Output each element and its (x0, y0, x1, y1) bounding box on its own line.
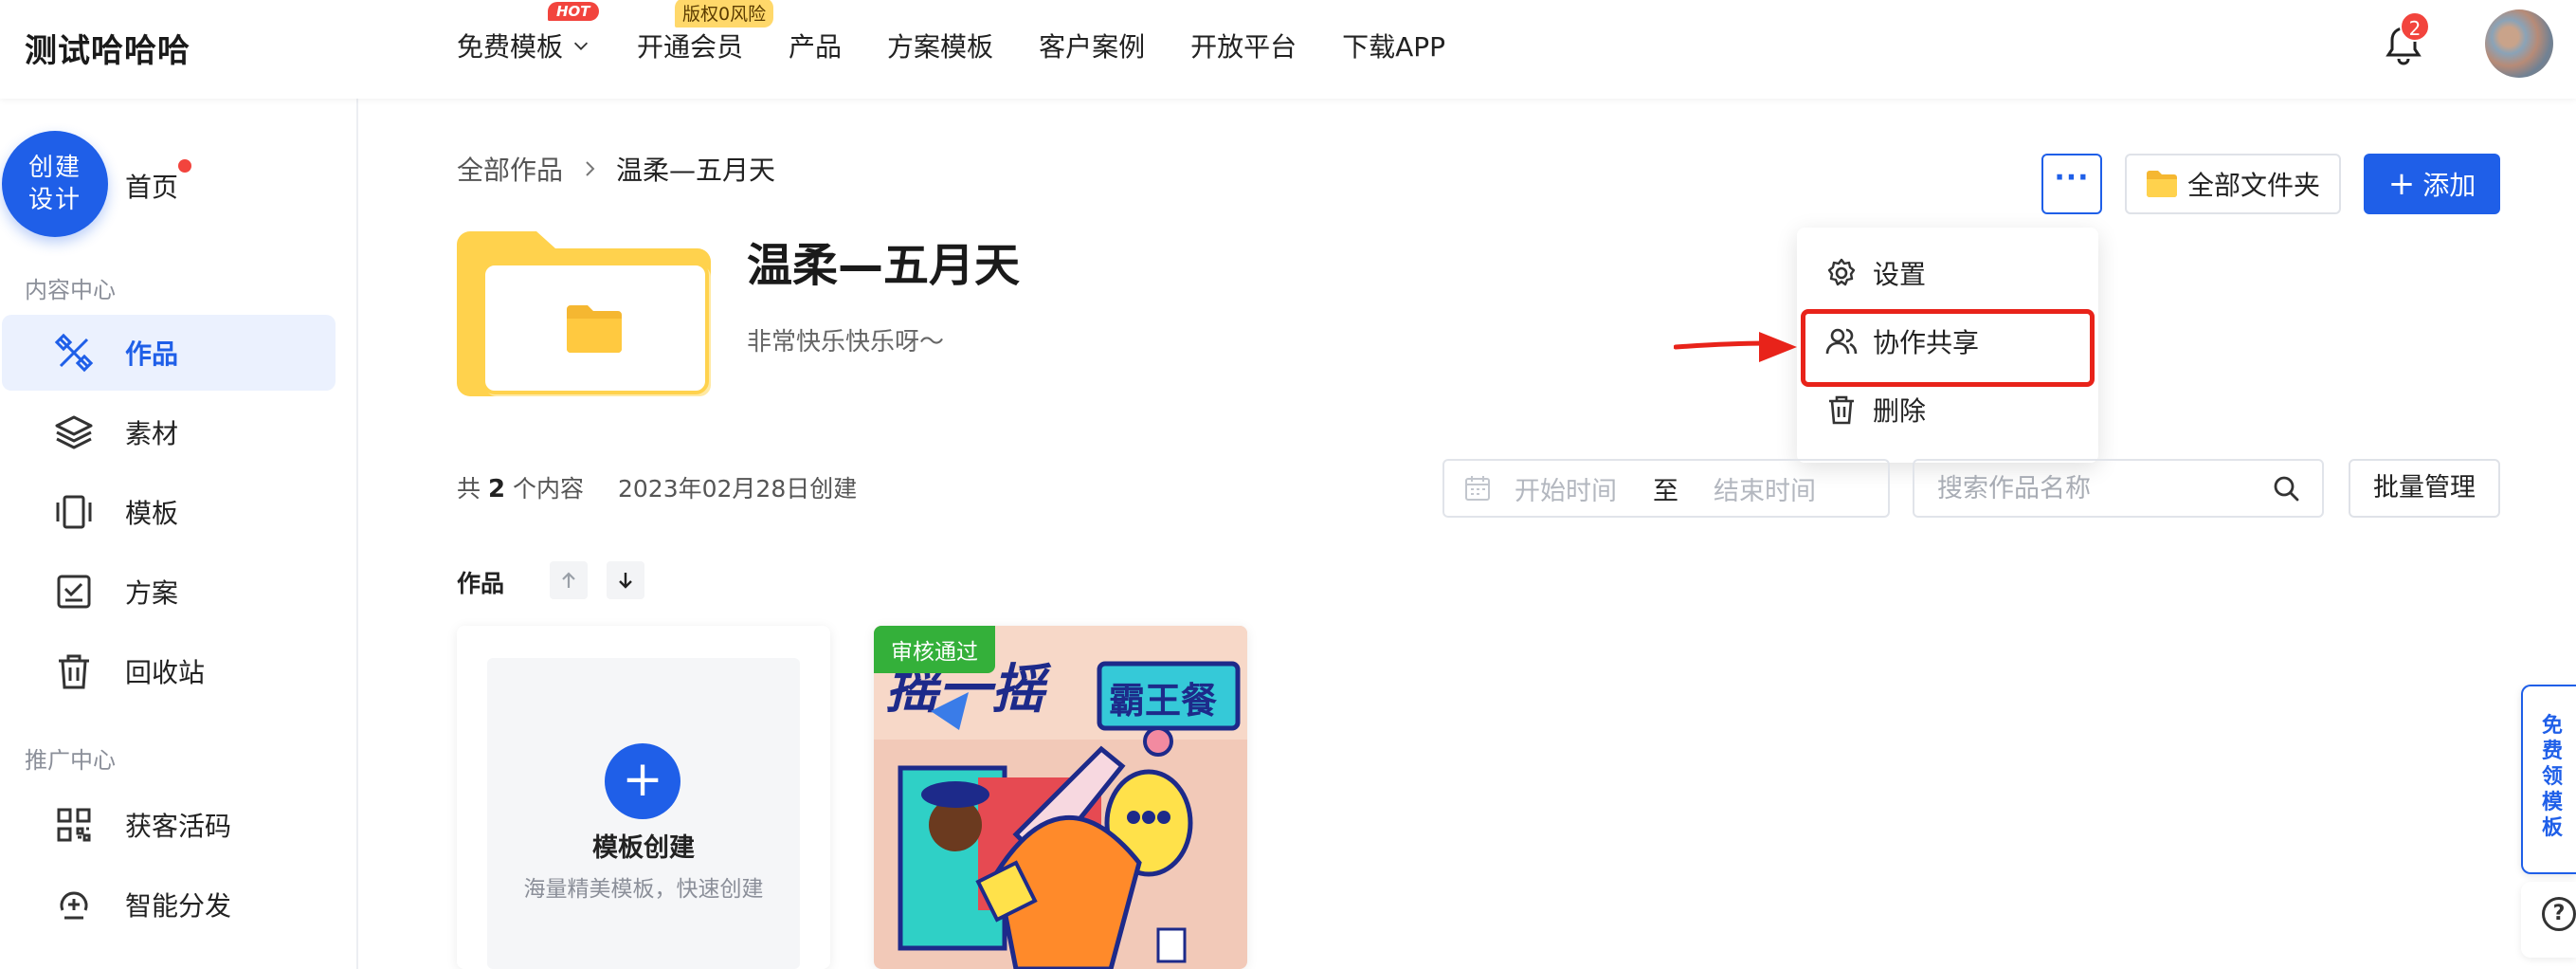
sidebar-item-lead-qrcode[interactable]: 获客活码 (2, 787, 336, 863)
sort-descending-button[interactable] (607, 561, 644, 599)
nav-membership[interactable]: 开通会员 版权0风险 (637, 0, 774, 64)
start-date-input[interactable]: 开始时间 (1515, 470, 1617, 507)
all-folders-label: 全部文件夹 (2187, 170, 2321, 201)
nav-download-app[interactable]: 下载APP (1342, 27, 1445, 64)
template-create-subtitle: 海量精美模板，快速创建 (523, 877, 764, 902)
sidebar-item-home[interactable]: 首页 (125, 167, 178, 205)
side-tab-label: 免费领模板 (2541, 714, 2563, 840)
nav-free-templates[interactable]: 免费模板 HOT (457, 2, 599, 64)
add-label: 添加 (2422, 170, 2476, 201)
works-section-label: 作品 (457, 570, 505, 597)
folder-description: 非常快乐快乐呀～ (747, 328, 945, 357)
end-date-input[interactable]: 结束时间 (1714, 470, 1816, 507)
arrow-down-icon (619, 573, 632, 589)
menu-item-label: 删除 (1873, 395, 1927, 427)
add-button[interactable]: + 添加 (2364, 154, 2500, 214)
nav-membership-label: 开通会员 (637, 31, 744, 63)
sidebar-item-label: 作品 (125, 338, 179, 370)
folder-cover-icon (457, 231, 711, 396)
sidebar-item-solutions[interactable]: 方案 (2, 554, 336, 630)
content-stats: 共 2 个内容 2023年02月28日创建 (457, 470, 857, 504)
copyright-badge: 版权0风险 (675, 0, 774, 27)
home-notification-dot (178, 159, 191, 173)
annotation-highlight-box (1801, 309, 2095, 387)
status-badge: 审核通过 (874, 626, 995, 673)
more-options-button[interactable]: ··· (2041, 154, 2102, 214)
hot-badge: HOT (548, 2, 599, 21)
sidebar-item-label: 模板 (125, 498, 179, 529)
folder-icon (2147, 171, 2177, 197)
sidebar-item-label: 智能分发 (125, 890, 232, 922)
app-logo[interactable]: 测试哈哈哈 (25, 25, 190, 71)
help-widget: ? (2521, 882, 2576, 958)
breadcrumb-root[interactable]: 全部作品 (457, 150, 563, 188)
sidebar-item-works[interactable]: 作品 (2, 315, 336, 391)
folder-title: 温柔—五月天 (747, 239, 1021, 292)
search-icon[interactable] (2271, 473, 2301, 503)
chevron-right-icon (586, 161, 595, 176)
arrow-up-icon (562, 572, 575, 588)
section-content-center: 内容中心 (25, 277, 116, 303)
nav-products[interactable]: 产品 (789, 27, 842, 64)
plus-icon: + (2387, 165, 2416, 203)
main-nav: 免费模板 HOT 开通会员 版权0风险 产品 方案模板 客户案例 开放平台 下载… (457, 0, 1445, 64)
trash-icon (59, 654, 89, 689)
checklist-icon (57, 575, 91, 609)
search-box (1913, 459, 2324, 518)
breadcrumb: 全部作品 温柔—五月天 (457, 150, 775, 188)
nav-customer-cases[interactable]: 客户案例 (1039, 27, 1145, 64)
gear-icon (1827, 258, 1856, 286)
stats-prefix: 共 (457, 475, 481, 503)
layers-icon (55, 415, 93, 449)
free-template-side-tab[interactable]: 免费领模板 (2521, 685, 2576, 874)
calendar-icon (1465, 476, 1490, 501)
template-create-card[interactable]: + 模板创建 海量精美模板，快速创建 (457, 626, 830, 969)
search-input[interactable] (1937, 473, 2240, 503)
annotation-arrow-icon (1674, 332, 1797, 362)
nav-solution-templates[interactable]: 方案模板 (887, 27, 993, 64)
template-icon (56, 495, 92, 529)
stats-created-date: 2023年02月28日创建 (617, 475, 858, 503)
sort-ascending-button[interactable] (550, 561, 588, 599)
work-card[interactable]: 审核通过 摇一摇 霸王餐 (874, 626, 1247, 969)
sidebar-item-label: 回收站 (125, 657, 206, 688)
template-create-title: 模板创建 (592, 833, 695, 863)
plus-icon[interactable]: + (605, 743, 680, 819)
create-design-button[interactable]: 创建 设计 (2, 131, 108, 237)
poster-thumbnail: 摇一摇 霸王餐 (874, 626, 1247, 969)
batch-manage-button[interactable]: 批量管理 (2349, 459, 2500, 518)
help-icon[interactable]: ? (2542, 897, 2576, 931)
sidebar-item-recycle-bin[interactable]: 回收站 (2, 633, 336, 709)
sidebar-item-materials[interactable]: 素材 (2, 394, 336, 470)
stats-count: 2 (487, 475, 506, 503)
sidebar-item-label: 素材 (125, 418, 179, 449)
trash-icon (1829, 395, 1854, 425)
nav-free-templates-label: 免费模板 (457, 31, 564, 63)
top-bar: 测试哈哈哈 免费模板 HOT 开通会员 版权0风险 产品 方案模板 客户案例 开… (0, 0, 2576, 99)
distribute-icon (60, 891, 88, 920)
qrcode-icon (57, 808, 91, 842)
menu-item-delete[interactable]: 删除 (1797, 379, 2098, 440)
sidebar-item-label: 方案 (125, 577, 179, 609)
poster-title-right: 霸王餐 (1109, 680, 1217, 722)
stats-suffix: 个内容 (513, 475, 585, 503)
notification-count-badge: 2 (2400, 11, 2430, 42)
menu-item-label: 设置 (1873, 259, 1927, 290)
sidebar-item-templates[interactable]: 模板 (2, 474, 336, 550)
create-design-label-line2: 设计 (27, 186, 82, 214)
all-folders-button[interactable]: 全部文件夹 (2125, 154, 2341, 214)
section-promo-center: 推广中心 (25, 747, 116, 774)
works-icon (54, 333, 94, 373)
sidebar-item-label: 获客活码 (125, 811, 232, 842)
menu-item-settings[interactable]: 设置 (1797, 243, 2098, 303)
nav-open-platform[interactable]: 开放平台 (1190, 27, 1297, 64)
create-design-label-line1: 创建 (27, 154, 82, 182)
sidebar-item-smart-distribution[interactable]: 智能分发 (2, 867, 336, 942)
date-range-picker[interactable]: 开始时间 至 结束时间 (1442, 459, 1890, 518)
sidebar: 创建 设计 首页 内容中心 作品 素材 模板 方案 回收站 推广中心 获客活码 … (0, 99, 358, 969)
date-range-separator: 至 (1653, 476, 1678, 506)
breadcrumb-current: 温柔—五月天 (616, 155, 776, 186)
avatar[interactable] (2485, 9, 2553, 78)
chevron-down-icon (573, 42, 589, 50)
